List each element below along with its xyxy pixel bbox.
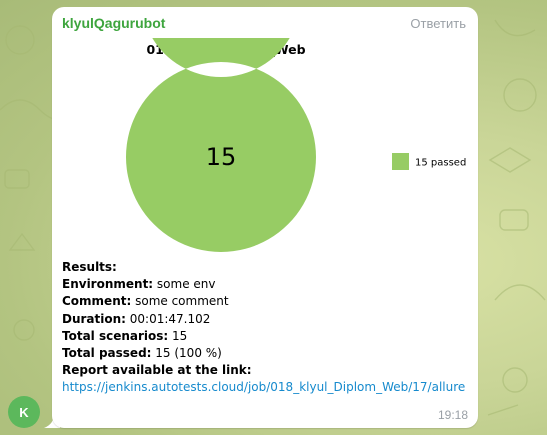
comment-row: Comment: some comment [62, 293, 472, 310]
link-label-row: Report available at the link: [62, 362, 472, 379]
duration-label: Duration: [62, 311, 126, 326]
legend-label: 15 passed [415, 158, 466, 169]
total-scenarios-value: 15 [168, 328, 188, 343]
message-bubble: klyulQagurubot Ответить 018_klyul_Diplom… [52, 7, 478, 428]
chart-center-value: 15 [206, 143, 237, 171]
allure-report-link[interactable]: https://jenkins.autotests.cloud/job/018_… [62, 379, 472, 396]
environment-label: Environment: [62, 277, 154, 292]
chart-legend: 15 passed [392, 153, 466, 170]
total-scenarios-row: Total scenarios: 15 [62, 328, 472, 345]
comment-label: Comment: [62, 294, 132, 309]
duration-value: 00:01:47.102 [125, 311, 211, 326]
report-details: Results: Environment: some env Comment: … [62, 259, 472, 397]
bot-avatar[interactable]: K [8, 396, 40, 428]
total-passed-row: Total passed: 15 (100 %) [62, 345, 472, 362]
link-label: Report available at the link: [62, 363, 252, 378]
results-label: Results: [62, 260, 117, 274]
message-time: 19:18 [437, 408, 468, 422]
report-chart-image[interactable]: 018_klyul_Diplom_Web 15 15 passed [62, 38, 468, 263]
duration-row: Duration: 00:01:47.102 [62, 311, 472, 328]
results-heading: Results: [62, 259, 472, 276]
reply-button[interactable]: Ответить [410, 16, 466, 31]
total-scenarios-label: Total scenarios: [62, 328, 169, 343]
total-passed-label: Total passed: [62, 346, 152, 361]
avatar-letter: K [19, 404, 29, 420]
total-passed-value: 15 (100 %) [151, 346, 222, 361]
pie-chart: 018_klyul_Diplom_Web 15 15 passed [126, 38, 466, 252]
comment-value: some comment [131, 294, 229, 309]
legend-swatch [392, 153, 409, 170]
sender-name[interactable]: klyulQagurubot [62, 15, 165, 31]
environment-value: some env [153, 277, 216, 292]
environment-row: Environment: some env [62, 276, 472, 293]
